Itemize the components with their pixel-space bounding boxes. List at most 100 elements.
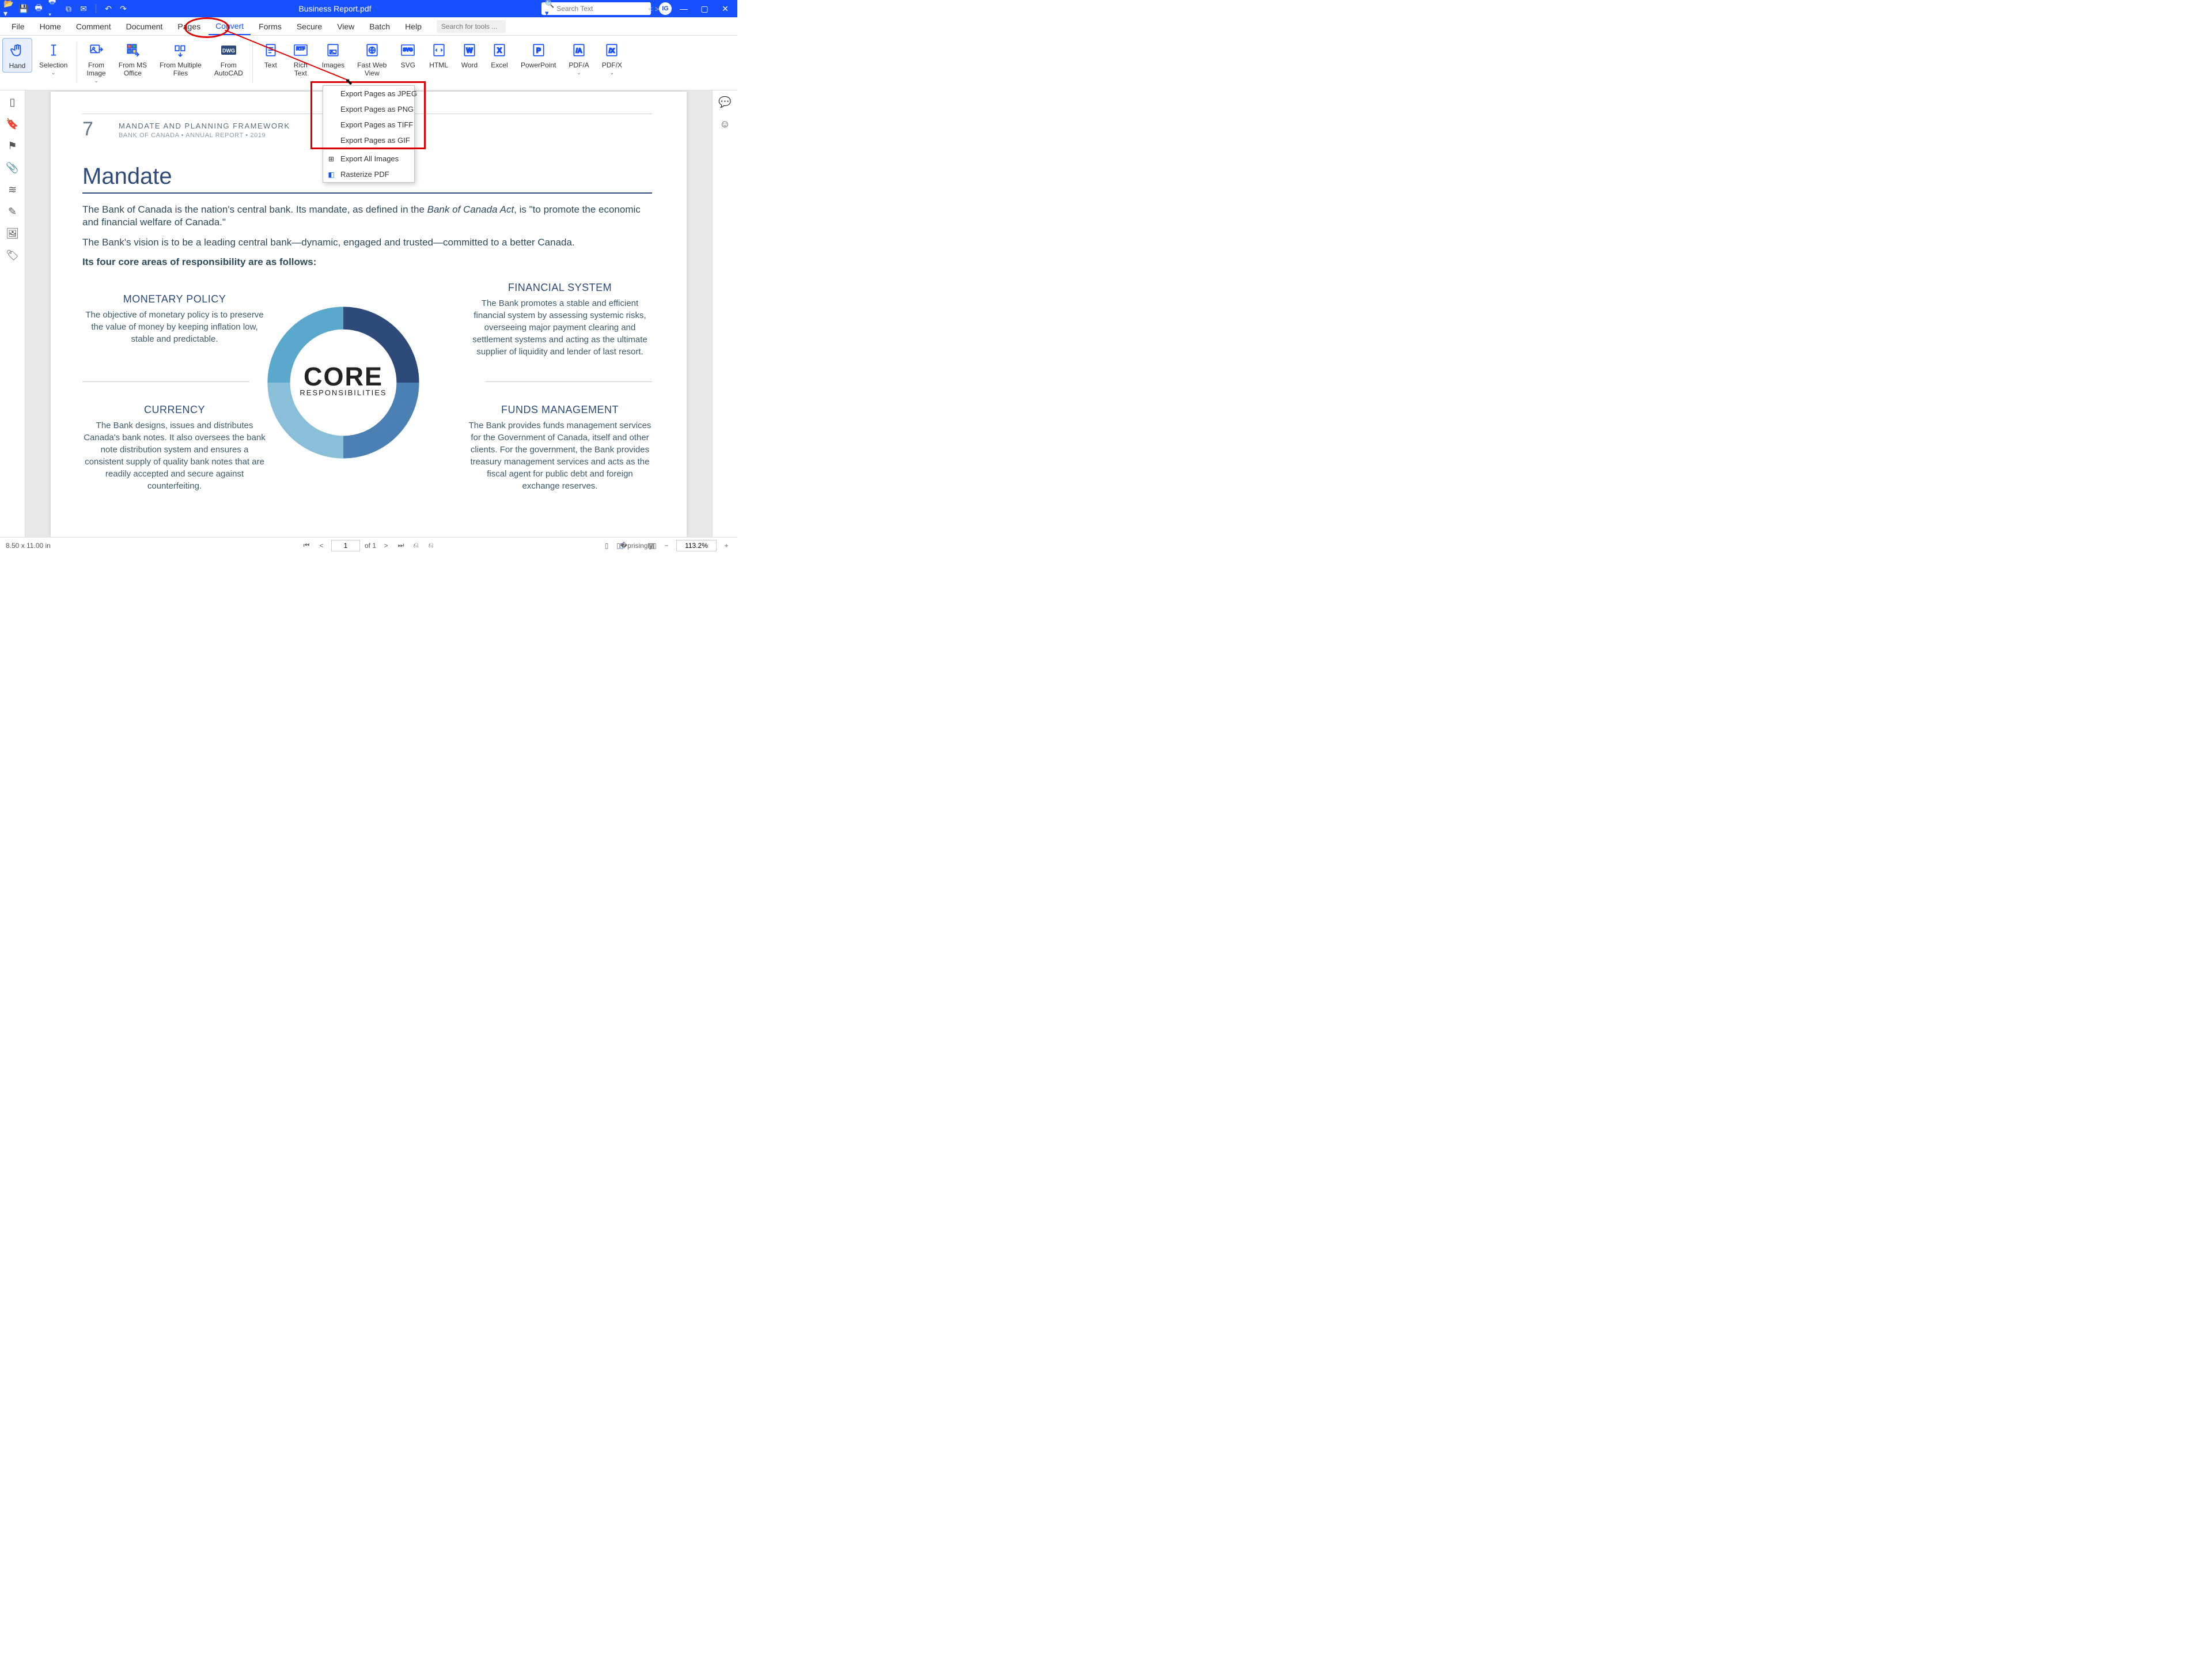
menu-bar: File Home Comment Document Pages Convert… (0, 17, 737, 36)
menu-help[interactable]: Help (398, 18, 429, 35)
layers-panel-icon[interactable]: ≋ (6, 183, 20, 196)
menu-export-tiff[interactable]: Export Pages as TIFF (323, 117, 414, 133)
flag-panel-icon[interactable]: ⚑ (6, 139, 20, 153)
first-page-icon[interactable]: ⏮ (301, 540, 312, 551)
ribbon-icon (262, 41, 279, 59)
undo-icon[interactable]: ↶ (103, 3, 113, 14)
ribbon-pdf/a[interactable]: /APDF/A⌄ (563, 38, 594, 78)
rasterize-icon: ◧ (327, 170, 336, 179)
status-bar: 8.50 x 11.00 in ⏮ < of 1 > ⏭ ⎌ ⎌ ▯ ▯ ▯�p… (0, 537, 737, 553)
ribbon-selection[interactable]: Selection⌄ (33, 38, 73, 78)
view-facing-icon[interactable]: ▯�prisingly▯ (631, 540, 642, 551)
right-sidebar: 💬 ☺ (712, 90, 737, 537)
mail-icon[interactable]: ✉ (78, 3, 89, 14)
ribbon-svg[interactable]: SVGSVG (393, 38, 422, 71)
chevron-down-icon: ⌄ (94, 78, 99, 84)
close-button[interactable]: ✕ (717, 0, 734, 17)
pages-panel-icon[interactable]: ▯ (6, 95, 20, 109)
view-single-icon[interactable]: ▯ (601, 540, 612, 551)
tool-search-input[interactable] (437, 20, 506, 33)
menu-forms[interactable]: Forms (252, 18, 289, 35)
ribbon-from-image[interactable]: From Image⌄ (81, 38, 111, 86)
bookmarks-panel-icon[interactable]: 🔖 (6, 117, 20, 131)
ribbon-from-ms-office[interactable]: From MS Office (113, 38, 153, 80)
print-icon[interactable]: 🖶 (33, 3, 44, 14)
ribbon-icon (172, 41, 189, 59)
ribbon-powerpoint[interactable]: PPowerPoint (515, 38, 562, 71)
ribbon-hand[interactable]: Hand (2, 38, 32, 73)
menu-view[interactable]: View (330, 18, 361, 35)
search-box[interactable]: 🔍▾ < > × (541, 2, 651, 15)
user-avatar[interactable]: IG (659, 2, 672, 15)
search-prev-icon[interactable]: < (648, 5, 653, 13)
ribbon-word[interactable]: WWord (455, 38, 484, 71)
prev-page-icon[interactable]: < (316, 540, 327, 551)
open-icon[interactable]: 📂▾ (3, 3, 14, 14)
zoom-in-icon[interactable]: + (721, 540, 732, 551)
image-panel-icon[interactable]: 🖼 (6, 226, 20, 240)
zoom-input[interactable] (676, 540, 717, 551)
paragraph-2: The Bank's vision is to be a leading cen… (82, 236, 652, 249)
quick-access-toolbar: 📂▾ 💾 🖶 🖶▾ ⧉ ✉ ↶ ↷ (3, 3, 128, 14)
scan-icon[interactable]: ⧉ (63, 3, 74, 14)
view-facing-cont-icon[interactable]: ▥ (646, 540, 657, 551)
ribbon-icon (45, 41, 62, 59)
comment-panel-icon[interactable]: 💬 (718, 95, 732, 109)
chevron-down-icon: ⌄ (577, 70, 581, 76)
menu-secure[interactable]: Secure (290, 18, 329, 35)
menu-convert[interactable]: Convert (209, 18, 251, 35)
next-page-icon[interactable]: > (381, 540, 391, 551)
ribbon-html[interactable]: HTML (423, 38, 454, 71)
menu-rasterize-pdf[interactable]: ◧Rasterize PDF (323, 167, 414, 182)
ribbon-icon: P (530, 41, 547, 59)
ribbon-text[interactable]: Text (256, 38, 285, 71)
ribbon-images[interactable]: Images⌄ (316, 38, 350, 78)
redo-icon[interactable]: ↷ (118, 3, 128, 14)
paragraph-1: The Bank of Canada is the nation's centr… (82, 203, 652, 229)
title-bar: 📂▾ 💾 🖶 🖶▾ ⧉ ✉ ↶ ↷ Business Report.pdf 🔍▾… (0, 0, 737, 17)
menu-export-gif[interactable]: Export Pages as GIF (323, 133, 414, 148)
ribbon-icon (324, 41, 342, 59)
attachments-panel-icon[interactable]: 📎 (6, 161, 20, 175)
minimize-button[interactable]: — (675, 0, 692, 17)
page-navigator: ⏮ < of 1 > ⏭ ⎌ ⎌ (301, 540, 436, 551)
ribbon-excel[interactable]: XExcel (485, 38, 514, 71)
stamp-panel-icon[interactable]: ☺ (718, 117, 732, 131)
maximize-button[interactable]: ▢ (696, 0, 713, 17)
menu-comment[interactable]: Comment (69, 18, 118, 35)
ribbon-pdf/x[interactable]: /XPDF/X⌄ (596, 38, 628, 78)
last-page-icon[interactable]: ⏭ (396, 540, 406, 551)
menu-export-png[interactable]: Export Pages as PNG (323, 101, 414, 117)
svg-text:RTF: RTF (296, 46, 305, 51)
page-input[interactable] (331, 540, 360, 551)
ribbon-rich-text[interactable]: RTFRich Text (286, 38, 315, 80)
quickprint-icon[interactable]: 🖶▾ (48, 3, 59, 14)
menu-home[interactable]: Home (33, 18, 68, 35)
menu-export-jpeg[interactable]: Export Pages as JPEG (323, 86, 414, 101)
donut-label-2: RESPONSIBILITIES (300, 388, 387, 397)
search-input[interactable] (556, 5, 646, 13)
menu-batch[interactable]: Batch (362, 18, 397, 35)
nav-fwd-icon[interactable]: ⎌ (426, 540, 436, 551)
chevron-down-icon: ⌄ (51, 70, 56, 76)
menu-file[interactable]: File (5, 18, 32, 35)
zoom-out-icon[interactable]: − (661, 540, 672, 551)
chevron-down-icon: ⌄ (331, 70, 336, 76)
ribbon-from-multiple-files[interactable]: From Multiple Files (154, 38, 207, 80)
ribbon: HandSelection⌄From Image⌄From MS OfficeF… (0, 36, 737, 90)
nav-back-icon[interactable]: ⎌ (411, 540, 421, 551)
save-icon[interactable]: 💾 (18, 3, 29, 14)
page-title: Mandate (82, 164, 172, 190)
ribbon-from-autocad[interactable]: DWGFrom AutoCAD (209, 38, 249, 80)
tags-panel-icon[interactable]: 🏷 (6, 248, 20, 262)
document-title: Business Report.pdf (132, 4, 538, 13)
menu-export-all-images[interactable]: ⊞Export All Images (323, 151, 414, 167)
svg-text:/X: /X (609, 47, 615, 54)
quad-monetary-policy: MONETARY POLICY The objective of monetar… (82, 293, 267, 345)
quad-financial-system: FINANCIAL SYSTEM The Bank promotes a sta… (468, 282, 652, 358)
ribbon-icon (430, 41, 448, 59)
signature-panel-icon[interactable]: ✎ (6, 205, 20, 218)
menu-document[interactable]: Document (119, 18, 170, 35)
ribbon-fast-web-view[interactable]: Fast Web View (351, 38, 392, 80)
menu-pages[interactable]: Pages (171, 18, 207, 35)
